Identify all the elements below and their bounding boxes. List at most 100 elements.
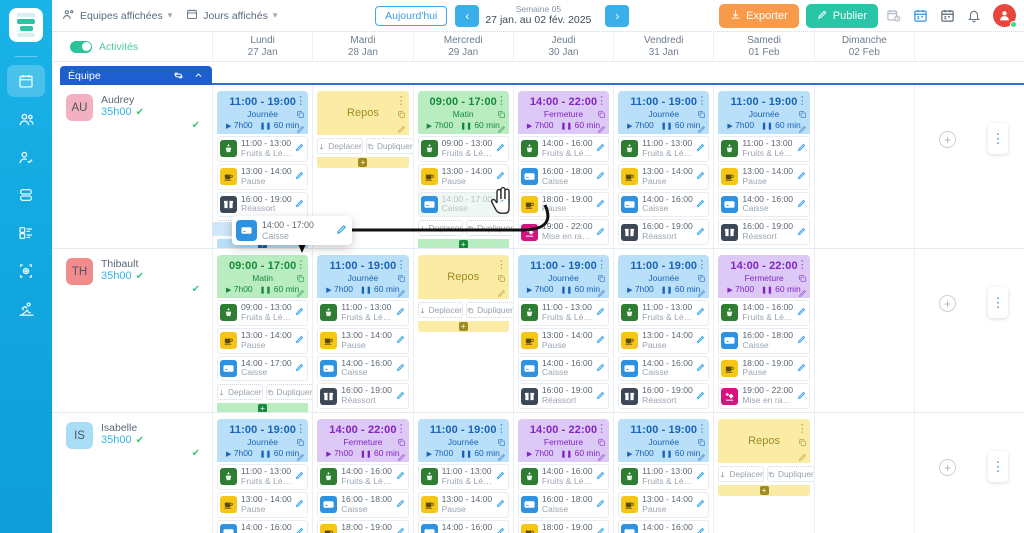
task-row[interactable]: 18:00 - 19:00Pause xyxy=(517,191,610,218)
move-button[interactable]: Deplacer xyxy=(317,138,363,154)
add-activity-icon[interactable]: + xyxy=(458,240,468,248)
task-edit-icon[interactable] xyxy=(696,143,705,154)
task-edit-icon[interactable] xyxy=(396,363,405,374)
day-cell[interactable] xyxy=(813,85,914,248)
kebab-menu-icon[interactable]: ⋮ xyxy=(396,258,407,271)
bell-icon[interactable] xyxy=(962,4,986,28)
task-edit-icon[interactable] xyxy=(396,335,405,346)
task-row[interactable]: 13:00 - 14:00 Pause xyxy=(317,327,409,354)
duplicate-button[interactable]: Dupliquer xyxy=(466,302,514,318)
task-edit-icon[interactable] xyxy=(496,527,505,533)
task-edit-icon[interactable] xyxy=(696,499,705,510)
edit-pencil-icon[interactable] xyxy=(798,453,807,465)
task-edit-icon[interactable] xyxy=(696,335,705,346)
task-edit-icon[interactable] xyxy=(696,527,705,533)
task-edit-icon[interactable] xyxy=(797,307,806,318)
task-edit-icon[interactable] xyxy=(797,391,806,402)
shift-card-actions[interactable]: ⋮ xyxy=(295,422,306,465)
rest-card-actions[interactable]: ⋮ xyxy=(797,422,808,465)
shift-card-actions[interactable]: ⋮ xyxy=(295,94,306,137)
shift-card-actions[interactable]: ⋮ xyxy=(596,258,607,301)
rest-card-header[interactable]: Repos ⋮ xyxy=(417,255,509,299)
task-row[interactable]: 11:00 - 13:00Fruits & Légumes xyxy=(417,464,509,490)
day-cell[interactable]: 14:00 - 22:00 Fermeture ▶ 7h00 ❚❚ 60 min ⋮ 14… xyxy=(312,413,412,533)
shift-card[interactable]: 09:00 - 17:00 Matin ▶ 7h00 ❚❚ 60 min ⋮ 09:00 … xyxy=(217,255,314,412)
shift-card-header[interactable]: 11:00 - 19:00 Journée ▶ 7h00 ❚❚ 60 min ⋮ xyxy=(618,419,710,462)
shift-card-actions[interactable]: ⋮ xyxy=(396,258,407,301)
task-edit-icon[interactable] xyxy=(295,363,304,374)
task-row[interactable]: 14:00 - 17:00 Caisse xyxy=(217,355,309,382)
task-edit-icon[interactable] xyxy=(696,199,705,210)
task-edit-icon[interactable] xyxy=(336,224,347,238)
task-row[interactable]: 13:00 - 14:00 Pause xyxy=(718,163,810,190)
task-row[interactable]: 16:00 - 18:00 Caisse xyxy=(517,163,610,190)
teams-filter-dropdown[interactable]: Equipes affichées ▾ xyxy=(62,8,172,24)
row-menu-button[interactable]: ⋮ xyxy=(988,287,1008,318)
task-edit-icon[interactable] xyxy=(797,199,806,210)
shift-card[interactable]: 11:00 - 19:00 Journée ▶ 7h00 ❚❚ 60 min ⋮ 11:0… xyxy=(618,91,710,248)
task-row[interactable]: 18:00 - 19:00Pause xyxy=(718,355,810,382)
move-button[interactable]: Deplacer xyxy=(417,220,464,237)
day-cell[interactable]: 11:00 - 19:00 Journée ▶ 7h00 ❚❚ 60 min ⋮ 11:0… xyxy=(613,249,713,412)
kebab-menu-icon[interactable]: ⋮ xyxy=(797,422,808,435)
duplicate-icon[interactable] xyxy=(597,438,606,450)
task-edit-icon[interactable] xyxy=(596,171,605,182)
shift-card[interactable]: 11:00 - 19:00 Journée ▶ 7h00 ❚❚ 60 min ⋮ 11:0… xyxy=(718,91,810,248)
rest-card[interactable]: Repos ⋮ Deplacer Dupliquer + xyxy=(317,91,414,168)
task-row[interactable]: 14:00 - 16:00Fruits & Légumes xyxy=(718,300,810,326)
shift-card[interactable]: 11:00 - 19:00 Journée ▶ 7h00 ❚❚ 60 min ⋮ 11:0… xyxy=(618,255,710,412)
task-edit-icon[interactable] xyxy=(696,307,705,318)
add-activity-icon[interactable]: + xyxy=(759,486,769,495)
task-edit-icon[interactable] xyxy=(396,391,405,402)
duplicate-icon[interactable] xyxy=(397,274,406,286)
move-button[interactable]: Deplacer xyxy=(417,302,464,318)
kebab-menu-icon[interactable]: ⋮ xyxy=(596,258,607,271)
task-row[interactable]: 14:00 - 16:00Caisse xyxy=(417,519,509,533)
kebab-menu-icon[interactable]: ⋮ xyxy=(596,94,607,107)
kebab-menu-icon[interactable]: ⋮ xyxy=(496,422,507,435)
task-row[interactable]: 16:00 - 18:00 Caisse xyxy=(517,491,610,518)
day-cell[interactable] xyxy=(813,249,914,412)
add-activity-bar[interactable]: + xyxy=(317,157,409,168)
shift-card-header[interactable]: 11:00 - 19:00 Journée ▶ 7h00 ❚❚ 60 min ⋮ xyxy=(618,91,710,134)
kebab-menu-icon[interactable]: ⋮ xyxy=(696,94,707,107)
rail-item-target[interactable] xyxy=(7,255,45,287)
kebab-menu-icon[interactable]: ⋮ xyxy=(596,422,607,435)
task-row[interactable]: 14:00 - 16:00Caisse xyxy=(618,191,710,218)
rest-card-actions[interactable]: ⋮ xyxy=(396,94,407,137)
shift-card-header[interactable]: 11:00 - 19:00 Journée ▶ 7h00 ❚❚ 60 min ⋮ xyxy=(417,419,509,462)
task-row[interactable]: 13:00 - 14:00 Pause xyxy=(217,163,309,190)
today-button[interactable]: Aujourd'hui xyxy=(375,5,448,26)
day-cell[interactable]: Repos ⋮ Deplacer Dupliquer + xyxy=(713,413,815,533)
day-cell[interactable]: 11:00 - 19:00 Journée ▶ 7h00 ❚❚ 60 min ⋮ 11:0… xyxy=(713,85,813,248)
task-edit-icon[interactable] xyxy=(596,307,605,318)
task-row[interactable]: 11:00 - 13:00Fruits & Légumes xyxy=(618,136,710,162)
duplicate-icon[interactable] xyxy=(296,110,305,122)
task-edit-icon[interactable] xyxy=(295,527,304,533)
publish-button[interactable]: Publier xyxy=(805,3,878,28)
day-cell[interactable]: Repos ⋮ Deplacer Dupliquer + xyxy=(412,249,514,412)
duplicate-icon[interactable] xyxy=(597,274,606,286)
duplicate-icon[interactable] xyxy=(497,274,506,286)
task-edit-icon[interactable] xyxy=(797,363,806,374)
task-row[interactable]: 13:00 - 14:00 Pause xyxy=(417,163,509,190)
duplicate-button[interactable]: Dupliquer xyxy=(365,138,414,154)
shift-card-actions[interactable]: ⋮ xyxy=(396,422,407,465)
shift-card-actions[interactable]: ⋮ xyxy=(596,94,607,137)
day-cell[interactable]: 11:00 - 19:00 Journée ▶ 7h00 ❚❚ 60 min ⋮ 11:0… xyxy=(312,249,412,412)
day-cell[interactable] xyxy=(813,413,914,533)
team-panel-header[interactable]: Équipe xyxy=(60,66,212,85)
task-row[interactable]: 13:00 - 14:00 Pause xyxy=(618,327,710,354)
task-row[interactable]: 14:00 - 16:00Fruits & Légumes xyxy=(517,464,610,490)
shift-card[interactable]: 14:00 - 22:00 Fermeture ▶ 7h00 ❚❚ 60 min ⋮ 14… xyxy=(317,419,409,533)
task-row[interactable]: 13:00 - 14:00 Pause xyxy=(217,491,309,518)
kebab-menu-icon[interactable]: ⋮ xyxy=(496,94,507,107)
rail-item-list-check[interactable] xyxy=(7,217,45,249)
task-edit-icon[interactable] xyxy=(396,499,405,510)
task-row[interactable]: 14:00 - 16:00Caisse xyxy=(618,355,710,382)
task-edit-icon[interactable] xyxy=(295,499,304,510)
duplicate-icon[interactable] xyxy=(296,438,305,450)
kebab-menu-icon[interactable]: ⋮ xyxy=(797,94,808,107)
add-activity-icon[interactable]: + xyxy=(458,322,468,331)
task-edit-icon[interactable] xyxy=(596,527,605,533)
